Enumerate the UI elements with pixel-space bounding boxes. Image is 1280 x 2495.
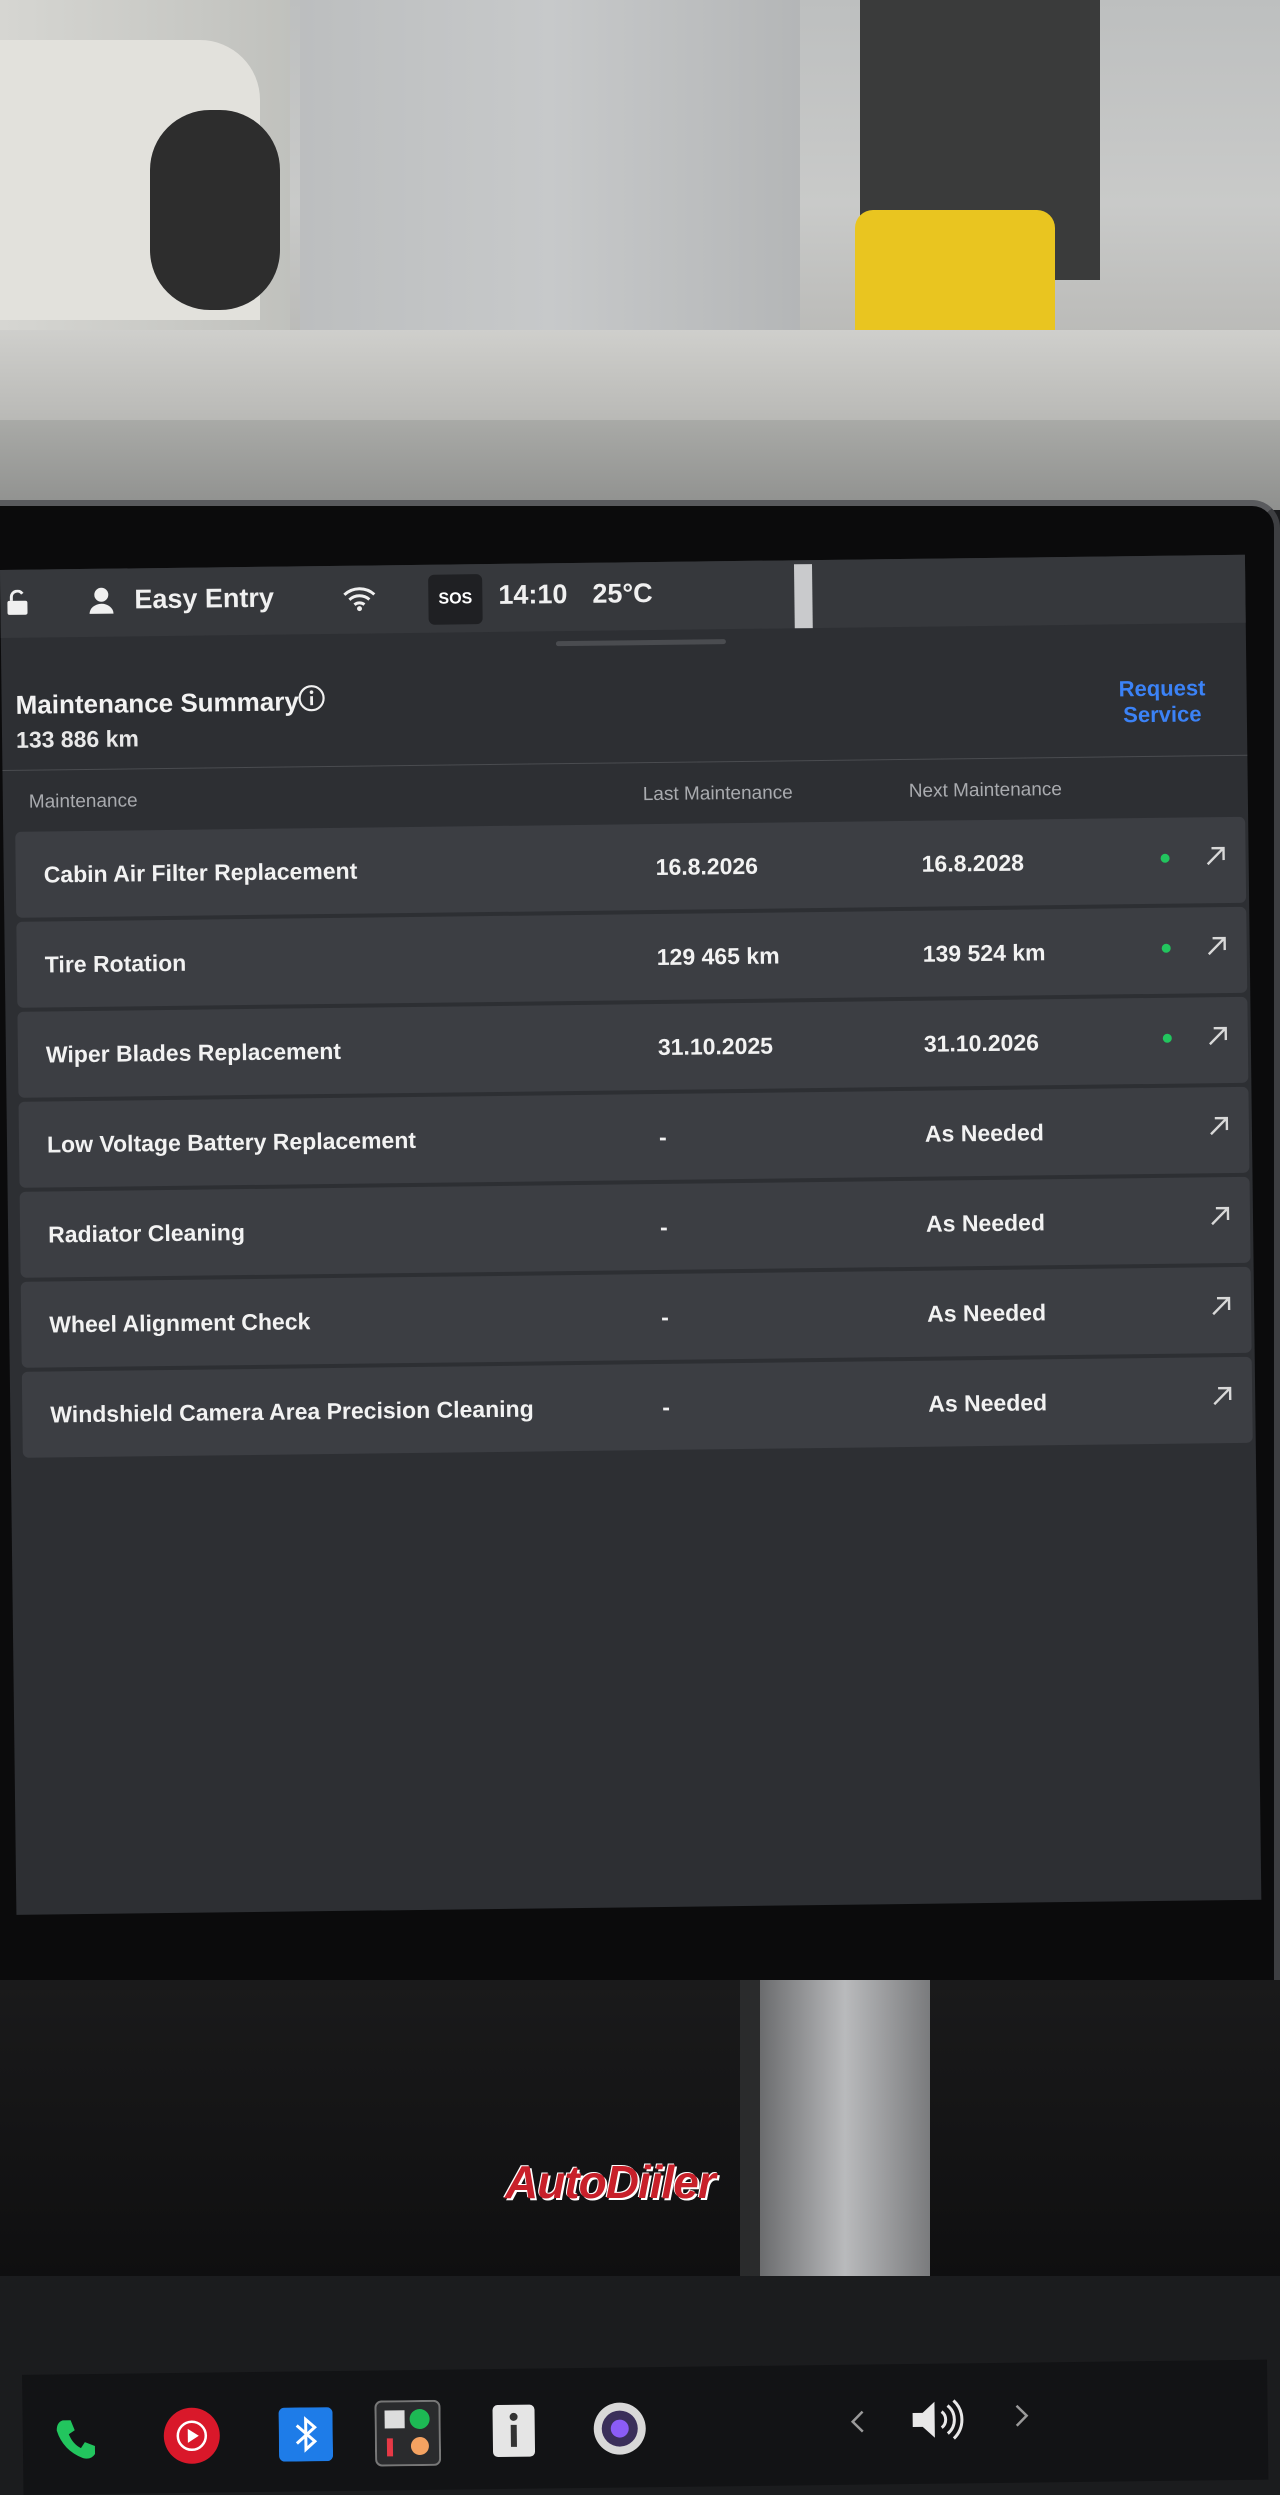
- last-maintenance-value: -: [661, 1303, 670, 1330]
- chevron-right-icon[interactable]: [1012, 2403, 1030, 2429]
- table-row[interactable]: Low Voltage Battery Replacement - As Nee…: [18, 1086, 1250, 1188]
- background-yellow-bin: [855, 210, 1055, 340]
- page-title: Maintenance Summary: [15, 686, 300, 720]
- last-maintenance-value: 16.8.2026: [655, 852, 759, 881]
- next-maintenance-value: As Needed: [928, 1389, 1048, 1417]
- dashboard-surface: [0, 1980, 1280, 2276]
- status-bar-indicator: [793, 564, 813, 629]
- background-pillar: [300, 0, 800, 340]
- arrow-up-right-icon[interactable]: [1207, 1203, 1233, 1229]
- volume-icon[interactable]: [908, 2397, 965, 2442]
- bluetooth-icon[interactable]: [278, 2407, 334, 2462]
- maintenance-item-name: Radiator Cleaning: [47, 1219, 246, 1248]
- info-icon[interactable]: [297, 684, 325, 712]
- next-maintenance-value: As Needed: [926, 1299, 1047, 1327]
- touchscreen: Easy Entry SOS 14:10 25°C Maintenance Su…: [0, 554, 1269, 2495]
- arrow-up-right-icon[interactable]: [1205, 1023, 1231, 1049]
- maintenance-item-name: Cabin Air Filter Replacement: [43, 857, 358, 888]
- phone-icon[interactable]: [51, 2414, 102, 2465]
- next-maintenance-value: 31.10.2026: [923, 1029, 1040, 1057]
- table-row[interactable]: Windshield Camera Area Precision Cleanin…: [21, 1356, 1253, 1458]
- table-row[interactable]: Radiator Cleaning - As Needed: [19, 1176, 1251, 1278]
- last-maintenance-value: -: [659, 1213, 668, 1240]
- status-dot: [1161, 943, 1171, 953]
- maintenance-item-name: Tire Rotation: [44, 949, 187, 978]
- odometer-reading: 133 886 km: [15, 725, 140, 753]
- background-scene: [0, 0, 1280, 510]
- next-maintenance-value: As Needed: [925, 1209, 1046, 1237]
- last-maintenance-value: -: [662, 1393, 671, 1420]
- last-maintenance-value: 31.10.2025: [657, 1032, 774, 1060]
- arrow-up-right-icon[interactable]: [1202, 843, 1228, 869]
- arrow-up-right-icon[interactable]: [1209, 1383, 1235, 1409]
- table-row[interactable]: Wheel Alignment Check - As Needed: [20, 1266, 1252, 1368]
- table-row[interactable]: Tire Rotation 129 465 km 139 524 km: [16, 906, 1248, 1008]
- column-header-last-maintenance: Last Maintenance: [642, 782, 793, 806]
- display-mount: [760, 1980, 930, 2276]
- taskbar: [22, 2359, 1269, 2495]
- background-curb: [0, 330, 1280, 420]
- maintenance-item-name: Wiper Blades Replacement: [45, 1037, 342, 1068]
- maintenance-item-name: Windshield Camera Area Precision Cleanin…: [50, 1395, 534, 1428]
- next-maintenance-value: 16.8.2028: [921, 849, 1025, 877]
- header-divider: [2, 754, 1248, 771]
- camera-icon[interactable]: [592, 2401, 647, 2456]
- arrow-up-right-icon[interactable]: [1208, 1293, 1234, 1319]
- chevron-left-icon[interactable]: [849, 2409, 867, 2435]
- clock: 14:10: [498, 579, 568, 610]
- media-player-icon[interactable]: [162, 2406, 221, 2465]
- last-maintenance-value: 129 465 km: [656, 942, 780, 971]
- background-truck-wheel: [150, 110, 280, 310]
- table-row[interactable]: Wiper Blades Replacement 31.10.2025 31.1…: [17, 996, 1249, 1098]
- arrow-up-right-icon[interactable]: [1206, 1113, 1232, 1139]
- sos-button[interactable]: SOS: [428, 574, 483, 625]
- manual-icon[interactable]: [488, 2403, 539, 2460]
- column-header-next-maintenance: Next Maintenance: [908, 779, 1063, 802]
- app-launcher-icon[interactable]: [374, 2399, 442, 2467]
- status-dot: [1160, 853, 1170, 863]
- request-service-link[interactable]: Request Service: [1077, 675, 1247, 729]
- driver-profile-label[interactable]: Easy Entry: [134, 583, 274, 616]
- maintenance-item-name: Low Voltage Battery Replacement: [46, 1126, 417, 1158]
- table-row[interactable]: Cabin Air Filter Replacement 16.8.2026 1…: [15, 816, 1247, 918]
- arrow-up-right-icon[interactable]: [1204, 933, 1230, 959]
- column-header-maintenance: Maintenance: [28, 790, 138, 813]
- next-maintenance-value: 139 524 km: [922, 939, 1046, 967]
- background-road: [0, 420, 1280, 510]
- outside-temperature: 25°C: [592, 578, 653, 609]
- maintenance-item-name: Wheel Alignment Check: [49, 1308, 311, 1338]
- driver-profile-icon[interactable]: [88, 587, 114, 615]
- watermark-logo: AutoDiiler: [505, 2156, 716, 2208]
- drag-handle[interactable]: [555, 639, 726, 647]
- sos-label: SOS: [438, 590, 473, 608]
- next-maintenance-value: As Needed: [924, 1119, 1044, 1147]
- last-maintenance-value: -: [658, 1123, 667, 1150]
- status-dot: [1162, 1033, 1172, 1043]
- unlocked-icon[interactable]: [6, 589, 28, 616]
- wifi-icon: [343, 587, 376, 612]
- status-bar: Easy Entry SOS 14:10 25°C: [0, 554, 1246, 638]
